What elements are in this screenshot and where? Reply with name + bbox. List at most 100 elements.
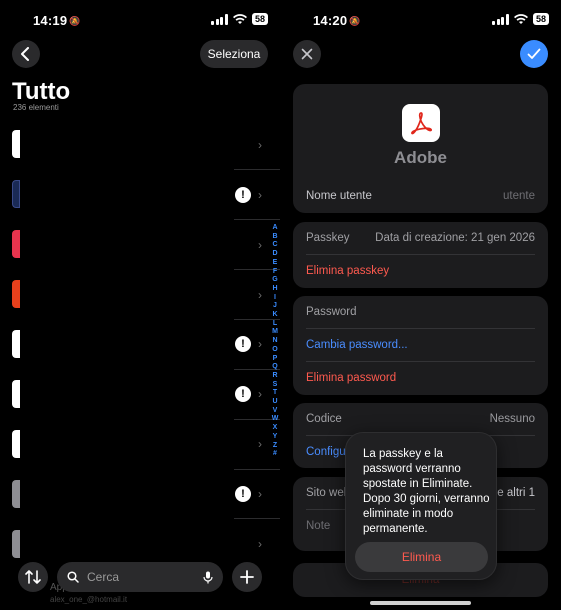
list-item-icon <box>12 530 20 558</box>
index-letter[interactable]: I <box>274 294 276 303</box>
index-letter[interactable]: V <box>273 407 278 416</box>
index-letter[interactable]: W <box>272 415 279 424</box>
index-letter[interactable]: Z <box>273 442 277 451</box>
passkey-creation-date: Data di creazione: 21 gen 2026 <box>375 232 535 244</box>
index-letter[interactable]: B <box>272 233 277 242</box>
index-letter[interactable]: F <box>273 268 277 277</box>
index-letter[interactable]: L <box>273 320 277 329</box>
status-time: 14:19 🔕 <box>33 13 81 28</box>
chevron-right-icon[interactable]: › <box>258 188 268 202</box>
index-letter[interactable]: U <box>272 398 277 407</box>
back-button[interactable] <box>12 40 40 68</box>
index-letter[interactable]: # <box>273 450 277 459</box>
plus-icon <box>240 570 254 584</box>
change-password-button[interactable]: Cambia password... <box>306 339 535 351</box>
delete-confirmation-popover: La passkey e la password verranno sposta… <box>345 432 497 580</box>
password-detail-screen: 14:20 🔕 58 Adobe Nome utente utente Passk… <box>281 0 561 610</box>
silent-bell-icon: 🔕 <box>69 16 81 26</box>
code-label: Codice <box>306 413 342 425</box>
index-letter[interactable]: X <box>273 424 278 433</box>
code-row: Codice Nessuno <box>306 413 535 425</box>
account-header-card: Adobe Nome utente utente <box>293 84 548 213</box>
bottom-toolbar: Cerca <box>0 560 280 600</box>
chevron-right-icon[interactable]: › <box>258 288 268 302</box>
password-label: Password <box>306 306 357 318</box>
wifi-icon <box>232 13 247 24</box>
divider <box>306 254 535 255</box>
code-value: Nessuno <box>489 413 535 425</box>
index-letter[interactable]: C <box>272 241 277 250</box>
index-letter[interactable]: H <box>272 285 277 294</box>
index-letter[interactable]: A <box>272 224 277 233</box>
confirm-button[interactable] <box>520 40 548 68</box>
index-letter[interactable]: J <box>273 302 277 311</box>
select-button[interactable]: Seleziona <box>200 40 268 68</box>
username-label: Nome utente <box>306 190 372 202</box>
chevron-left-icon <box>21 47 29 61</box>
status-bar: 14:19 🔕 58 <box>0 0 280 40</box>
battery-indicator: 58 <box>251 13 268 25</box>
confirm-delete-button[interactable]: Elimina <box>355 542 488 572</box>
index-letter[interactable]: Q <box>272 363 277 372</box>
index-letter[interactable]: E <box>273 259 278 268</box>
silent-bell-icon: 🔕 <box>349 16 361 26</box>
websites-value: e altri 1 <box>497 487 535 499</box>
item-count: 236 elementi <box>13 103 59 112</box>
search-field[interactable]: Cerca <box>57 562 223 592</box>
chevron-right-icon[interactable]: › <box>258 238 268 252</box>
passkey-row: Passkey Data di creazione: 21 gen 2026 <box>306 232 535 244</box>
close-icon <box>301 48 313 60</box>
index-letter[interactable]: S <box>273 381 278 390</box>
websites-label: Sito web <box>306 487 351 499</box>
passwords-list-screen: 14:19 🔕 58 Seleziona Tutto 236 elementi ›… <box>0 0 280 610</box>
warning-icon: ! <box>235 336 251 352</box>
battery-indicator: 58 <box>532 13 549 25</box>
chevron-right-icon[interactable]: › <box>258 138 268 152</box>
search-icon <box>67 571 79 583</box>
index-letter[interactable]: O <box>272 346 277 355</box>
cellular-signal-icon <box>492 13 509 25</box>
index-letter[interactable]: M <box>272 328 278 337</box>
index-letter[interactable]: G <box>272 276 277 285</box>
cellular-signal-icon <box>211 13 228 25</box>
delete-passkey-button[interactable]: Elimina passkey <box>306 265 535 277</box>
adobe-logo-icon <box>402 104 440 142</box>
index-letter[interactable]: T <box>273 389 277 398</box>
divider <box>306 328 535 329</box>
warning-icon: ! <box>235 486 251 502</box>
alphabet-index[interactable]: A B C D E F G H I J K L M N O P Q R S T U V W X Y Z # <box>269 224 280 459</box>
row-divider <box>234 518 280 519</box>
index-letter[interactable]: N <box>272 337 277 346</box>
microphone-icon[interactable] <box>203 571 213 584</box>
row-divider <box>234 219 280 220</box>
index-letter[interactable]: K <box>272 311 277 320</box>
page-title: Tutto <box>12 78 71 105</box>
index-letter[interactable]: Y <box>273 433 278 442</box>
home-indicator <box>370 601 471 605</box>
close-button[interactable] <box>293 40 321 68</box>
index-letter[interactable]: R <box>272 372 277 381</box>
chevron-right-icon[interactable]: › <box>258 337 268 351</box>
passkey-card: Passkey Data di creazione: 21 gen 2026 E… <box>293 222 548 288</box>
row-divider <box>234 169 280 170</box>
index-letter[interactable]: D <box>272 250 277 259</box>
sort-button[interactable] <box>18 562 48 592</box>
delete-password-button[interactable]: Elimina password <box>306 372 535 384</box>
checkmark-icon <box>527 48 541 59</box>
list-item-icon <box>12 480 20 508</box>
chevron-right-icon[interactable]: › <box>258 487 268 501</box>
chevron-right-icon[interactable]: › <box>258 537 268 551</box>
warning-icon: ! <box>235 386 251 402</box>
warning-icon: ! <box>235 187 251 203</box>
username-value: utente <box>503 190 535 202</box>
index-letter[interactable]: P <box>273 355 278 364</box>
wifi-icon <box>513 13 528 24</box>
list-item-icon <box>12 230 20 258</box>
chevron-right-icon[interactable]: › <box>258 387 268 401</box>
status-bar: 14:20 🔕 58 <box>281 0 561 40</box>
username-row[interactable]: Nome utente utente <box>306 190 535 202</box>
chevron-right-icon[interactable]: › <box>258 437 268 451</box>
add-button[interactable] <box>232 562 262 592</box>
password-card: Password Cambia password... Elimina pass… <box>293 296 548 395</box>
list-item-icon <box>12 330 20 358</box>
